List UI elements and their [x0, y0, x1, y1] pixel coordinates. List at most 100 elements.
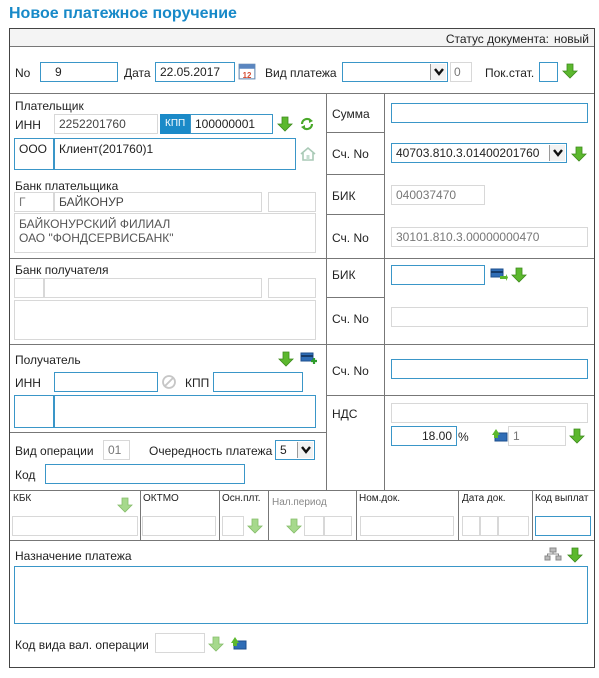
date-field[interactable]: 22.05.2017	[155, 62, 235, 82]
code-label: Код	[15, 468, 36, 482]
payee-kpp-field[interactable]	[213, 372, 303, 392]
payer-bank-label: Банк плательщика	[15, 179, 119, 193]
payment-type-select[interactable]	[342, 62, 448, 82]
chevron-down-icon[interactable]	[430, 64, 446, 80]
payee-inn-field[interactable]	[54, 372, 158, 392]
payer-account-select[interactable]: 40703.810.3.01400201760	[391, 143, 567, 163]
divider	[327, 132, 385, 133]
arrow-down-icon[interactable]	[570, 145, 588, 163]
blocked-icon	[160, 373, 178, 391]
vat-mode-field: 1	[508, 426, 566, 446]
payee-name-field[interactable]	[54, 395, 316, 428]
payee-inn-label: ИНН	[15, 376, 41, 390]
payer-bik-field: 040037470	[391, 185, 485, 205]
op-type-label: Вид операции	[15, 444, 94, 458]
payee-account-field[interactable]	[391, 359, 588, 379]
payee-section-label: Получатель	[15, 353, 81, 367]
code-field[interactable]	[45, 464, 245, 484]
arrow-down-icon[interactable]	[246, 517, 264, 535]
payer-org-form[interactable]: ООО	[14, 138, 54, 170]
payee-bik-field[interactable]	[391, 265, 485, 285]
payer-kpp-label: КПП	[160, 114, 191, 134]
currency-op-label: Код вида вал. операции	[15, 638, 149, 652]
chevron-down-icon[interactable]	[297, 442, 313, 458]
date-label: Дата	[124, 66, 151, 80]
payee-bank-name	[14, 300, 316, 340]
oktmo-label: ОКТМО	[143, 493, 179, 504]
number-field[interactable]: 9	[40, 62, 118, 82]
card-plus-icon[interactable]	[299, 351, 319, 369]
payment-code-field[interactable]	[535, 516, 591, 536]
house-icon[interactable]	[299, 145, 317, 163]
priority-select[interactable]: 5	[275, 440, 315, 460]
arrow-down-icon[interactable]	[207, 635, 225, 653]
sum-field[interactable]	[391, 103, 588, 123]
purpose-field[interactable]	[14, 566, 588, 624]
payer-kpp-field[interactable]: 100000001	[190, 114, 273, 134]
sum-label: Сумма	[332, 107, 370, 121]
payer-inn-field: 2252201760	[54, 114, 158, 134]
divider	[327, 174, 385, 175]
calendar-icon[interactable]	[237, 61, 257, 81]
priority-label: Очередность платежа	[149, 444, 273, 458]
divider	[532, 490, 533, 540]
network-icon[interactable]	[543, 546, 563, 564]
payee-corr-account-label: Сч. No	[332, 312, 369, 326]
divider	[10, 490, 594, 491]
payer-corr-account-label: Сч. No	[332, 231, 369, 245]
status-indicator-label: Пок.стат.	[485, 66, 535, 80]
divider	[219, 490, 220, 540]
chevron-down-icon[interactable]	[549, 145, 565, 161]
arrow-down-icon[interactable]	[568, 427, 586, 445]
arrow-down-icon[interactable]	[277, 350, 295, 368]
divider	[10, 540, 594, 541]
status-indicator-field[interactable]	[539, 62, 558, 82]
payee-corr-account-field	[391, 307, 588, 327]
card-up-icon[interactable]	[490, 426, 510, 444]
divider	[327, 214, 385, 215]
payer-bank-name-line1: БАЙКОНУРСКИЙ ФИЛИАЛ	[19, 217, 171, 231]
payee-bank-city	[44, 278, 262, 298]
payer-corr-account-field: 30101.810.3.00000000470	[391, 227, 588, 247]
doc-date-field-3	[498, 516, 529, 536]
card-up-icon[interactable]	[229, 634, 249, 652]
vat-rate-unit: %	[458, 430, 469, 444]
purpose-label: Назначение платежа	[15, 549, 132, 563]
arrow-down-icon[interactable]	[276, 115, 294, 133]
payer-account-label: Сч. No	[332, 147, 369, 161]
payee-account-label: Сч. No	[332, 364, 369, 378]
payer-bank-city: БАЙКОНУР	[54, 192, 262, 212]
payer-account-value: 40703.810.3.01400201760	[396, 146, 540, 160]
payer-bank-extra	[268, 192, 316, 212]
arrow-down-icon[interactable]	[285, 517, 303, 535]
period-field-2	[324, 516, 352, 536]
payer-bik-label: БИК	[332, 189, 356, 203]
doc-date-field-2	[480, 516, 498, 536]
payer-bank-city-prefix: Г	[14, 192, 54, 212]
divider	[327, 395, 594, 396]
arrow-down-icon[interactable]	[561, 62, 579, 80]
payment-type-code: 0	[450, 62, 472, 82]
payee-org-form[interactable]	[14, 395, 54, 428]
vat-label: НДС	[332, 407, 358, 421]
arrow-down-icon[interactable]	[510, 266, 528, 284]
divider	[356, 490, 357, 540]
vat-rate-field[interactable]: 18.00	[391, 426, 457, 446]
divider	[384, 93, 385, 490]
status-value: новый	[553, 32, 589, 46]
priority-value: 5	[280, 443, 287, 457]
kbk-field	[12, 516, 138, 536]
payment-type-label: Вид платежа	[265, 66, 337, 80]
divider	[10, 258, 327, 259]
oktmo-field	[142, 516, 216, 536]
payer-name-field[interactable]: Клиент(201760)1	[54, 138, 296, 170]
refresh-icon[interactable]	[298, 115, 316, 133]
arrow-down-icon[interactable]	[566, 546, 584, 564]
doc-num-label: Ном.док.	[359, 493, 400, 504]
op-type-field: 01	[103, 440, 130, 460]
number-label: No	[15, 66, 31, 80]
payer-inn-label: ИНН	[15, 118, 41, 132]
card-arrow-icon[interactable]	[489, 266, 509, 284]
arrow-down-icon[interactable]	[116, 496, 134, 514]
payer-bank-name: БАЙКОНУРСКИЙ ФИЛИАЛ ОАО "ФОНДСЕРВИСБАНК"	[14, 213, 316, 253]
